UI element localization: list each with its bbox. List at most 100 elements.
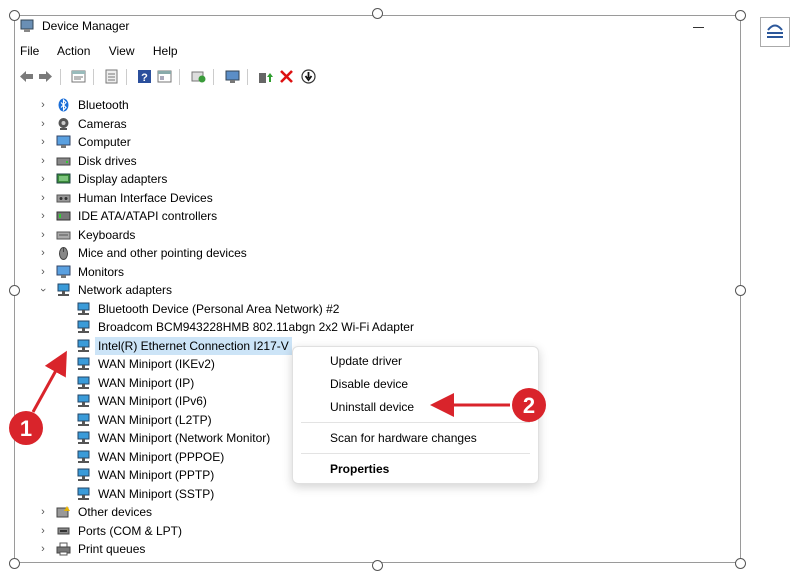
back-arrow-icon[interactable] bbox=[18, 68, 35, 85]
scan-hardware-icon[interactable] bbox=[190, 68, 207, 85]
minimize-button[interactable] bbox=[690, 20, 710, 34]
tree-item-network-adapters[interactable]: › Network adapters bbox=[38, 281, 338, 299]
resize-handle-middle-left[interactable] bbox=[9, 285, 20, 296]
tree-item-label: Computer bbox=[78, 135, 131, 149]
tree-item-label: Human Interface Devices bbox=[78, 190, 213, 205]
device-tree: › Bluetooth › Cameras › Computer › Disk … bbox=[38, 95, 738, 565]
layout-options-button[interactable] bbox=[760, 17, 790, 47]
network-adapter-label: Bluetooth Device (Personal Area Network)… bbox=[98, 301, 340, 316]
menu-action[interactable]: Action bbox=[57, 44, 90, 58]
tree-item-label: Disk drives bbox=[78, 153, 137, 168]
network-adapter-icon bbox=[77, 376, 90, 389]
properties-icon[interactable] bbox=[70, 68, 87, 85]
tree-item-human-interface-devices[interactable]: › Human Interface Devices bbox=[38, 189, 338, 207]
tree-item-computer[interactable]: › Computer bbox=[38, 133, 338, 151]
network-adapter-icon bbox=[77, 302, 90, 315]
expand-chevron-icon[interactable]: › bbox=[38, 189, 48, 207]
update-driver-icon[interactable] bbox=[256, 68, 273, 85]
hid-icon bbox=[56, 194, 71, 202]
network-adapter-item[interactable]: Bluetooth Device (Personal Area Network)… bbox=[38, 300, 638, 318]
network-adapter-label: WAN Miniport (PPPOE) bbox=[98, 449, 225, 464]
menu-item-uninstall-device[interactable]: Uninstall device bbox=[330, 400, 414, 414]
expand-chevron-icon[interactable]: › bbox=[38, 170, 48, 188]
expand-chevron-icon[interactable]: › bbox=[38, 522, 48, 540]
expand-chevron-icon[interactable]: › bbox=[38, 133, 48, 151]
expand-chevron-icon[interactable]: › bbox=[38, 540, 48, 558]
expand-chevron-icon[interactable]: › bbox=[38, 152, 48, 170]
monitor-icon[interactable] bbox=[224, 68, 241, 85]
tree-item-other-devices[interactable]: › Other devices bbox=[38, 503, 338, 521]
menu-file[interactable]: File bbox=[20, 44, 39, 58]
network-adapter-label: WAN Miniport (SSTP) bbox=[98, 486, 215, 501]
ide-controller-icon bbox=[56, 211, 71, 221]
menu-help[interactable]: Help bbox=[153, 44, 178, 58]
tree-item-disk-drives[interactable]: › Disk drives bbox=[38, 152, 338, 170]
tree-item-ports[interactable]: › Ports (COM & LPT) bbox=[38, 522, 338, 540]
network-adapter-icon bbox=[77, 339, 90, 352]
network-adapter-icon bbox=[77, 450, 90, 463]
tree-item-keyboards[interactable]: › Keyboards bbox=[38, 226, 338, 244]
tree-item-label: Display adapters bbox=[78, 172, 168, 186]
network-adapter-item[interactable]: WAN Miniport (SSTP) bbox=[38, 485, 638, 503]
menu-view[interactable]: View bbox=[109, 44, 135, 58]
tree-item-ide-controllers[interactable]: › IDE ATA/ATAPI controllers bbox=[38, 207, 338, 225]
expand-chevron-icon[interactable]: › bbox=[38, 244, 48, 262]
network-adapter-label: WAN Miniport (Network Monitor) bbox=[98, 431, 271, 445]
tree-item-label: Ports (COM & LPT) bbox=[78, 523, 183, 538]
expand-chevron-icon[interactable]: › bbox=[38, 96, 48, 114]
network-adapter-label: Broadcom BCM943228HMB 802.11abgn 2x2 Wi-… bbox=[98, 320, 414, 334]
tree-item-bluetooth[interactable]: › Bluetooth bbox=[38, 96, 338, 114]
expand-chevron-icon[interactable]: › bbox=[38, 115, 48, 133]
svg-text:?: ? bbox=[141, 72, 148, 84]
menu-item-properties[interactable]: Properties bbox=[330, 462, 389, 476]
menu-separator bbox=[301, 453, 530, 454]
tree-item-monitors[interactable]: › Monitors bbox=[38, 263, 338, 281]
expand-chevron-icon[interactable]: › bbox=[38, 226, 48, 244]
network-adapter-item[interactable]: Broadcom BCM943228HMB 802.11abgn 2x2 Wi-… bbox=[38, 318, 638, 336]
menu-separator bbox=[301, 422, 530, 423]
network-adapter-icon bbox=[57, 283, 70, 296]
network-adapter-label: WAN Miniport (IP) bbox=[98, 375, 195, 390]
tree-item-label: Other devices bbox=[78, 505, 153, 519]
layout-options-icon bbox=[767, 24, 783, 38]
tree-item-label: Bluetooth bbox=[78, 98, 129, 112]
collapse-chevron-icon[interactable]: › bbox=[38, 285, 52, 295]
tree-item-label: Keyboards bbox=[78, 227, 136, 242]
expand-chevron-icon[interactable]: › bbox=[38, 207, 48, 225]
device-manager-icon bbox=[20, 19, 34, 32]
menu-item-disable-device[interactable]: Disable device bbox=[330, 377, 408, 391]
computer-icon bbox=[56, 135, 71, 148]
expand-chevron-icon[interactable]: › bbox=[38, 503, 48, 521]
network-adapter-icon bbox=[77, 468, 90, 481]
bluetooth-icon bbox=[58, 98, 69, 112]
network-adapter-icon bbox=[77, 487, 90, 500]
network-adapter-label: WAN Miniport (L2TP) bbox=[98, 412, 212, 427]
disk-drive-icon bbox=[56, 157, 71, 165]
expand-chevron-icon[interactable]: › bbox=[38, 263, 48, 281]
menu-item-scan-hardware[interactable]: Scan for hardware changes bbox=[330, 431, 477, 445]
context-menu: Update driver Disable device Uninstall d… bbox=[292, 346, 539, 484]
help-icon[interactable]: ? bbox=[136, 68, 153, 85]
resize-handle-bottom-left[interactable] bbox=[9, 558, 20, 569]
tree-item-cameras[interactable]: › Cameras bbox=[38, 115, 338, 133]
tree-item-label: Network adapters bbox=[78, 283, 173, 297]
list-view-icon[interactable] bbox=[103, 68, 120, 85]
printer-icon bbox=[56, 542, 71, 556]
menu-bar: File Action View Help bbox=[20, 44, 193, 58]
display-adapter-icon bbox=[56, 173, 71, 184]
uninstall-icon[interactable] bbox=[278, 68, 295, 85]
tree-item-print-queues[interactable]: › Print queues bbox=[38, 540, 338, 558]
menu-item-update-driver[interactable]: Update driver bbox=[330, 354, 402, 368]
network-adapter-label: WAN Miniport (IPv6) bbox=[98, 394, 207, 408]
details-icon[interactable] bbox=[156, 68, 173, 85]
title-bar: Device Manager bbox=[18, 17, 738, 37]
network-adapter-icon bbox=[77, 357, 90, 370]
tree-item-mice[interactable]: › Mice and other pointing devices bbox=[38, 244, 338, 262]
disable-device-icon[interactable] bbox=[300, 68, 317, 85]
forward-arrow-icon[interactable] bbox=[37, 68, 54, 85]
tree-item-label: Monitors bbox=[78, 264, 125, 279]
mouse-icon bbox=[59, 247, 68, 260]
network-adapter-icon bbox=[77, 413, 90, 426]
tree-item-display-adapters[interactable]: › Display adapters bbox=[38, 170, 338, 188]
network-adapter-icon bbox=[77, 431, 90, 444]
